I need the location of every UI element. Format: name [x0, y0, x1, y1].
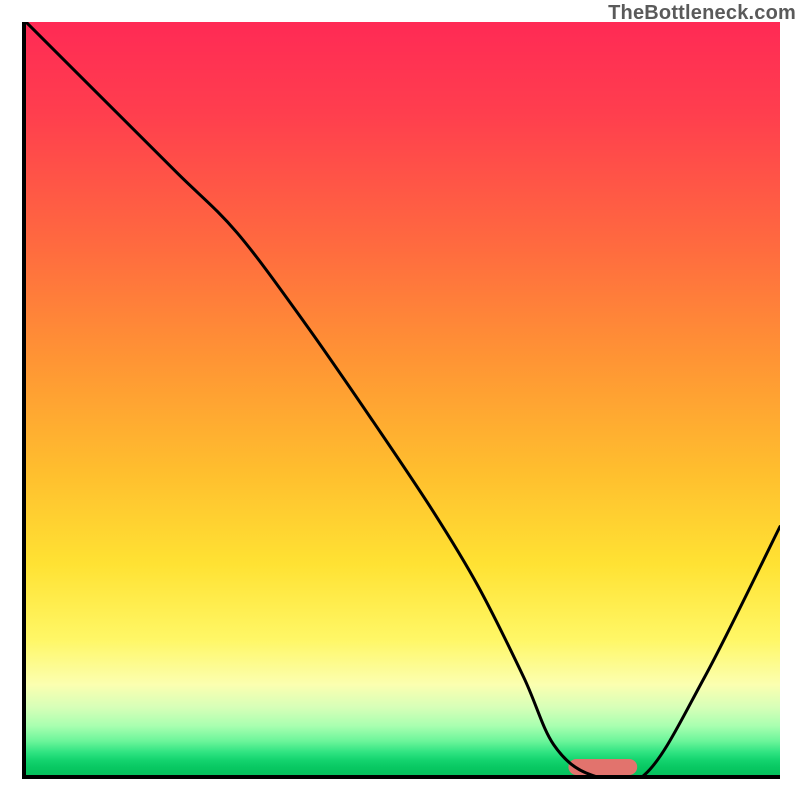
bottleneck-curve-path — [26, 22, 780, 775]
plot-area — [22, 22, 780, 779]
chart-svg — [26, 22, 780, 775]
bottleneck-chart: TheBottleneck.com — [0, 0, 800, 800]
bottleneck-curve-line — [26, 22, 780, 775]
watermark-text: TheBottleneck.com — [608, 2, 796, 25]
